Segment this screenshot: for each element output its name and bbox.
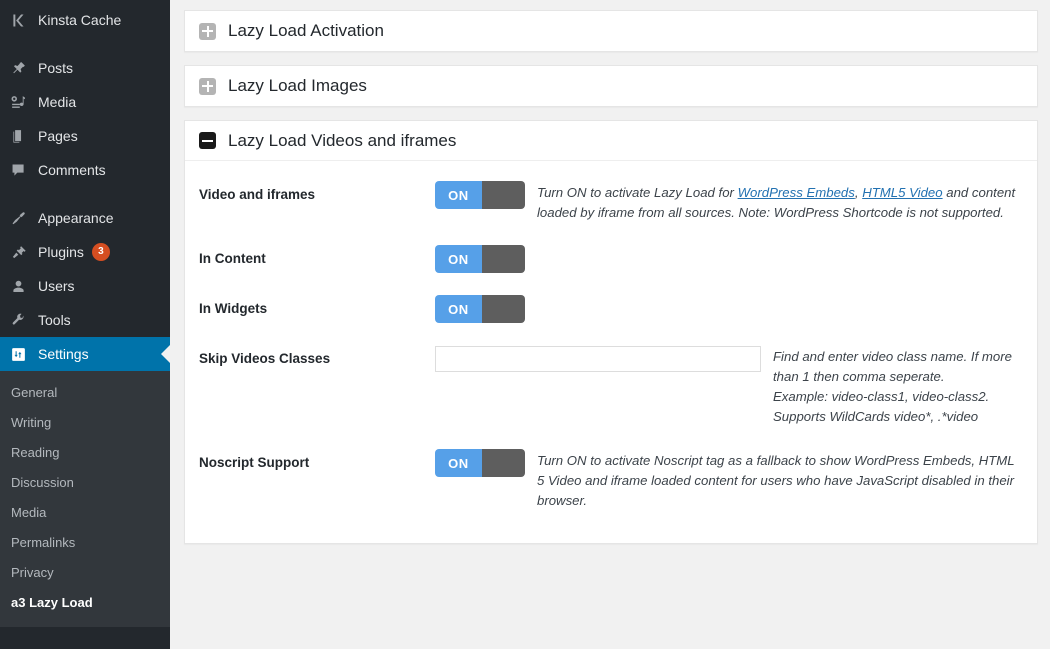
setting-label: In Widgets [199,293,435,316]
sidebar-item-tools[interactable]: Tools [0,303,170,337]
plus-box-icon[interactable] [199,78,216,95]
sidebar-item-kinsta-cache[interactable]: Kinsta Cache [0,3,170,37]
sidebar-item-label: Pages [36,128,78,144]
submenu-item-label: Reading [11,445,59,460]
wp-admin-screen: Kinsta Cache Posts Media Pages Com [0,0,1050,649]
settings-icon [10,346,36,363]
setting-row-video-and-iframes: Video and iframes ON Turn ON to activate… [185,169,1037,233]
panel-header-lazy-load-activation[interactable]: Lazy Load Activation [185,11,1037,51]
pages-icon [10,128,36,145]
submenu-item-label: a3 Lazy Load [11,595,93,610]
sidebar-item-label: Tools [36,312,71,328]
panel-title: Lazy Load Images [228,76,367,96]
submenu-item-label: Media [11,505,46,520]
setting-row-skip-videos-classes: Skip Videos Classes Find and enter video… [185,333,1037,437]
submenu-item-label: Permalinks [11,535,75,550]
user-icon [10,278,36,295]
sidebar-item-appearance[interactable]: Appearance [0,201,170,235]
sidebar-item-users[interactable]: Users [0,269,170,303]
sidebar-item-label: Media [36,94,76,110]
toggle-noscript-support[interactable]: ON [435,449,525,477]
toggle-state-label: ON [435,245,482,273]
setting-label: Noscript Support [199,447,435,470]
sidebar-item-label: Plugins [36,244,84,260]
setting-description: Find and enter video class name. If more… [761,347,1023,427]
minus-box-icon[interactable] [199,132,216,149]
toggle-knob [482,295,525,323]
panel-body: Video and iframes ON Turn ON to activate… [185,161,1037,543]
submenu-item-label: Writing [11,415,51,430]
settings-content: Lazy Load Activation Lazy Load Images La… [170,0,1050,649]
description-link[interactable]: HTML5 Video [862,185,942,200]
submenu-item-permalinks[interactable]: Permalinks [0,527,170,557]
admin-sidebar: Kinsta Cache Posts Media Pages Com [0,0,170,649]
submenu-item-discussion[interactable]: Discussion [0,467,170,497]
submenu-item-writing[interactable]: Writing [0,407,170,437]
paintbrush-icon [10,210,36,227]
toggle-in-widgets[interactable]: ON [435,295,525,323]
setting-label: Video and iframes [199,179,435,202]
panel-lazy-load-images: Lazy Load Images [184,65,1038,107]
panel-lazy-load-videos-and-iframes: Lazy Load Videos and iframes Video and i… [184,120,1038,544]
setting-description: Turn ON to activate Noscript tag as a fa… [525,451,1023,511]
submenu-item-label: Discussion [11,475,74,490]
sidebar-item-label: Appearance [36,210,114,226]
setting-row-in-content: In Content ON [185,233,1037,283]
toggle-state-label: ON [435,449,482,477]
sidebar-item-posts[interactable]: Posts [0,51,170,85]
description-link[interactable]: WordPress Embeds [738,185,855,200]
setting-row-in-widgets: In Widgets ON [185,283,1037,333]
toggle-in-content[interactable]: ON [435,245,525,273]
sidebar-divider [0,187,170,201]
panel-title: Lazy Load Videos and iframes [228,131,456,151]
panel-lazy-load-activation: Lazy Load Activation [184,10,1038,52]
toggle-video-and-iframes[interactable]: ON [435,181,525,209]
sidebar-item-comments[interactable]: Comments [0,153,170,187]
comment-icon [10,162,36,179]
sidebar-item-media[interactable]: Media [0,85,170,119]
setting-description: Turn ON to activate Lazy Load for WordPr… [525,183,1023,223]
kinsta-k-icon [10,12,36,29]
setting-label: Skip Videos Classes [199,343,435,366]
submenu-item-reading[interactable]: Reading [0,437,170,467]
panel-header-lazy-load-images[interactable]: Lazy Load Images [185,66,1037,106]
toggle-knob [482,449,525,477]
submenu-item-label: General [11,385,57,400]
settings-submenu: General Writing Reading Discussion Media… [0,371,170,627]
submenu-item-label: Privacy [11,565,54,580]
sidebar-item-settings[interactable]: Settings [0,337,170,371]
submenu-item-privacy[interactable]: Privacy [0,557,170,587]
sidebar-item-label: Users [36,278,75,294]
sidebar-item-pages[interactable]: Pages [0,119,170,153]
toggle-knob [482,181,525,209]
toggle-state-label: ON [435,295,482,323]
wrench-icon [10,312,36,329]
submenu-item-media[interactable]: Media [0,497,170,527]
setting-label: In Content [199,243,435,266]
toggle-state-label: ON [435,181,482,209]
submenu-item-a3-lazy-load[interactable]: a3 Lazy Load [0,587,170,617]
plugins-update-badge: 3 [92,243,110,261]
media-icon [10,94,36,111]
sidebar-item-plugins[interactable]: Plugins 3 [0,235,170,269]
plug-icon [10,244,36,261]
submenu-item-general[interactable]: General [0,377,170,407]
toggle-knob [482,245,525,273]
panel-title: Lazy Load Activation [228,21,384,41]
sidebar-item-label: Kinsta Cache [36,12,121,28]
plus-box-icon[interactable] [199,23,216,40]
pin-icon [10,60,36,77]
sidebar-divider [0,37,170,51]
panel-header-lazy-load-videos-and-iframes[interactable]: Lazy Load Videos and iframes [185,121,1037,161]
sidebar-item-label: Settings [36,346,89,362]
sidebar-item-label: Posts [36,60,73,76]
active-menu-pointer [161,345,170,363]
skip-videos-classes-input[interactable] [435,346,761,372]
sidebar-item-label: Comments [36,162,106,178]
setting-row-noscript-support: Noscript Support ON Turn ON to activate … [185,437,1037,521]
